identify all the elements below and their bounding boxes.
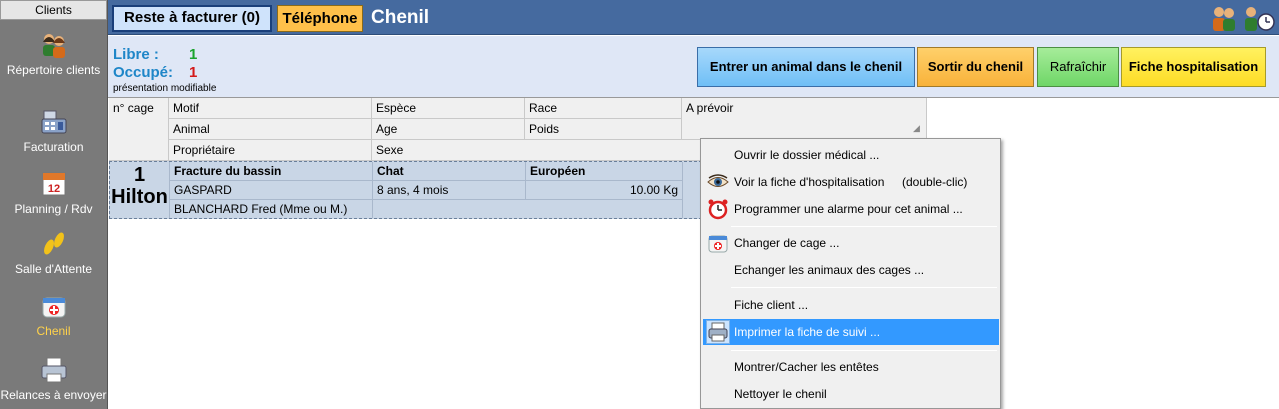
- sidebar-item-facturation[interactable]: Facturation: [0, 107, 107, 155]
- poids-cell: 10.00 Kg: [526, 181, 683, 200]
- age-cell: 8 ans, 4 mois: [373, 181, 526, 200]
- header-motif[interactable]: Motif: [169, 98, 372, 119]
- motif-cell: Fracture du bassin: [170, 162, 373, 181]
- printer-icon: [708, 322, 728, 342]
- sidebar-item-salle-attente[interactable]: Salle d'Attente: [0, 229, 107, 277]
- header-cage[interactable]: n° cage: [109, 98, 169, 161]
- occupe-label: Occupé:: [113, 64, 174, 81]
- fiche-hospitalisation-button[interactable]: Fiche hospitalisation: [1121, 47, 1266, 87]
- sidebar-item-label: Salle d'Attente: [14, 262, 92, 276]
- cage-number: 1: [133, 164, 146, 186]
- header-age[interactable]: Age: [372, 119, 525, 140]
- toolbar: Libre : 1 Occupé: 1 présentation modifia…: [108, 36, 1279, 97]
- animal-cell: GASPARD: [170, 181, 373, 200]
- context-menu: Ouvrir le dossier médical ... Voir la fi…: [700, 138, 1001, 409]
- race-cell: Européen: [526, 162, 683, 181]
- menu-ouvrir-dossier[interactable]: Ouvrir le dossier médical ...: [703, 142, 999, 168]
- occupe-count: 1: [189, 64, 198, 81]
- menu-separator: [731, 226, 997, 227]
- sortir-chenil-button[interactable]: Sortir du chenil: [917, 47, 1034, 87]
- sidebar-item-relances[interactable]: Relances à envoyer: [0, 355, 107, 403]
- sidebar-item-label: Répertoire clients: [6, 63, 101, 77]
- reste-a-facturer-button[interactable]: Reste à facturer (0): [112, 5, 272, 32]
- sidebar-item-label: Chenil: [36, 324, 71, 338]
- cage-cell: 1 Hilton: [110, 162, 170, 218]
- menu-item-label: Fiche client ...: [734, 298, 809, 312]
- menu-item-label: Echanger les animaux des cages ...: [734, 263, 925, 277]
- sidebar-item-planning[interactable]: 12 Planning / Rdv: [0, 169, 107, 217]
- presentation-modifiable-link[interactable]: présentation modifiable: [113, 83, 216, 94]
- topbar-icons: [1211, 3, 1275, 33]
- menu-item-label: Montrer/Cacher les entêtes: [734, 360, 879, 374]
- libre-label: Libre :: [113, 46, 159, 63]
- people-icon: [42, 34, 65, 58]
- sidebar-item-label: Relances à envoyer: [0, 388, 107, 402]
- espece-cell: Chat: [373, 162, 526, 181]
- header-a-prevoir[interactable]: A prévoir: [682, 98, 927, 140]
- menu-item-shortcut: (double-clic): [902, 175, 968, 189]
- sidebar-item-label: Facturation: [23, 140, 84, 154]
- menu-item-label: Programmer une alarme pour cet animal ..…: [734, 202, 963, 216]
- menu-imprimer-fiche-suivi[interactable]: Imprimer la fiche de suivi ...: [703, 319, 999, 345]
- menu-separator: [731, 350, 997, 351]
- sidebar-item-label: Planning / Rdv: [14, 202, 93, 216]
- kennel-icon: [42, 297, 65, 318]
- top-bar: Reste à facturer (0) Téléphone Chenil: [108, 0, 1279, 35]
- printer-icon: [41, 357, 66, 383]
- header-poids[interactable]: Poids: [525, 119, 682, 140]
- app-window: Clients Répertoire clients Facturation 1…: [0, 0, 1279, 409]
- resize-grip-icon[interactable]: ◢: [913, 123, 920, 134]
- sidebar: Clients Répertoire clients Facturation 1…: [0, 0, 108, 409]
- alarm-clock-icon: [708, 199, 728, 220]
- proprietaire-cell: BLANCHARD Fred (Mme ou M.): [170, 200, 373, 218]
- header-proprietaire[interactable]: Propriétaire: [169, 140, 372, 161]
- cash-register-icon: [41, 110, 66, 134]
- menu-item-label: Nettoyer le chenil: [734, 387, 827, 401]
- sidebar-item-repertoire-clients[interactable]: Répertoire clients: [0, 30, 107, 78]
- menu-nettoyer-chenil[interactable]: Nettoyer le chenil: [703, 381, 999, 407]
- kennel-table: n° cage Motif Espèce Race A prévoir Anim…: [108, 97, 1279, 409]
- menu-changer-cage[interactable]: Changer de cage ...: [703, 230, 999, 256]
- sexe-cell: [373, 200, 683, 218]
- entrer-animal-button[interactable]: Entrer un animal dans le chenil: [697, 47, 915, 87]
- header-race[interactable]: Race: [525, 98, 682, 119]
- users-clock-icon[interactable]: [1211, 3, 1275, 33]
- libre-count: 1: [189, 46, 198, 63]
- menu-separator: [731, 287, 997, 288]
- sidebar-item-chenil[interactable]: Chenil: [0, 291, 107, 339]
- menu-item-label: Changer de cage ...: [734, 236, 840, 250]
- page-title: Chenil: [371, 7, 430, 28]
- menu-item-label: Imprimer la fiche de suivi ...: [734, 325, 881, 339]
- footprints-icon: [43, 232, 64, 255]
- cage-name: Hilton: [111, 186, 168, 208]
- kennel-icon: [708, 235, 728, 253]
- sidebar-header[interactable]: Clients: [0, 0, 107, 20]
- menu-item-label: Ouvrir le dossier médical ...: [734, 148, 880, 162]
- rafraichir-button[interactable]: Rafraîchir: [1037, 47, 1119, 87]
- menu-echanger-animaux[interactable]: Echanger les animaux des cages ...: [703, 257, 999, 283]
- menu-fiche-client[interactable]: Fiche client ...: [703, 292, 999, 318]
- header-espece[interactable]: Espèce: [372, 98, 525, 119]
- calendar-icon: 12: [42, 172, 65, 196]
- menu-item-label: Voir la fiche d'hospitalisation: [734, 175, 885, 189]
- calendar-day: 12: [47, 183, 59, 195]
- eye-icon: [707, 174, 729, 187]
- header-animal[interactable]: Animal: [169, 119, 372, 140]
- menu-montrer-cacher-entetes[interactable]: Montrer/Cacher les entêtes: [703, 354, 999, 380]
- menu-programmer-alarme[interactable]: Programmer une alarme pour cet animal ..…: [703, 196, 999, 222]
- telephone-button[interactable]: Téléphone: [277, 5, 363, 32]
- menu-voir-fiche-hospitalisation[interactable]: Voir la fiche d'hospitalisation (double-…: [703, 169, 999, 195]
